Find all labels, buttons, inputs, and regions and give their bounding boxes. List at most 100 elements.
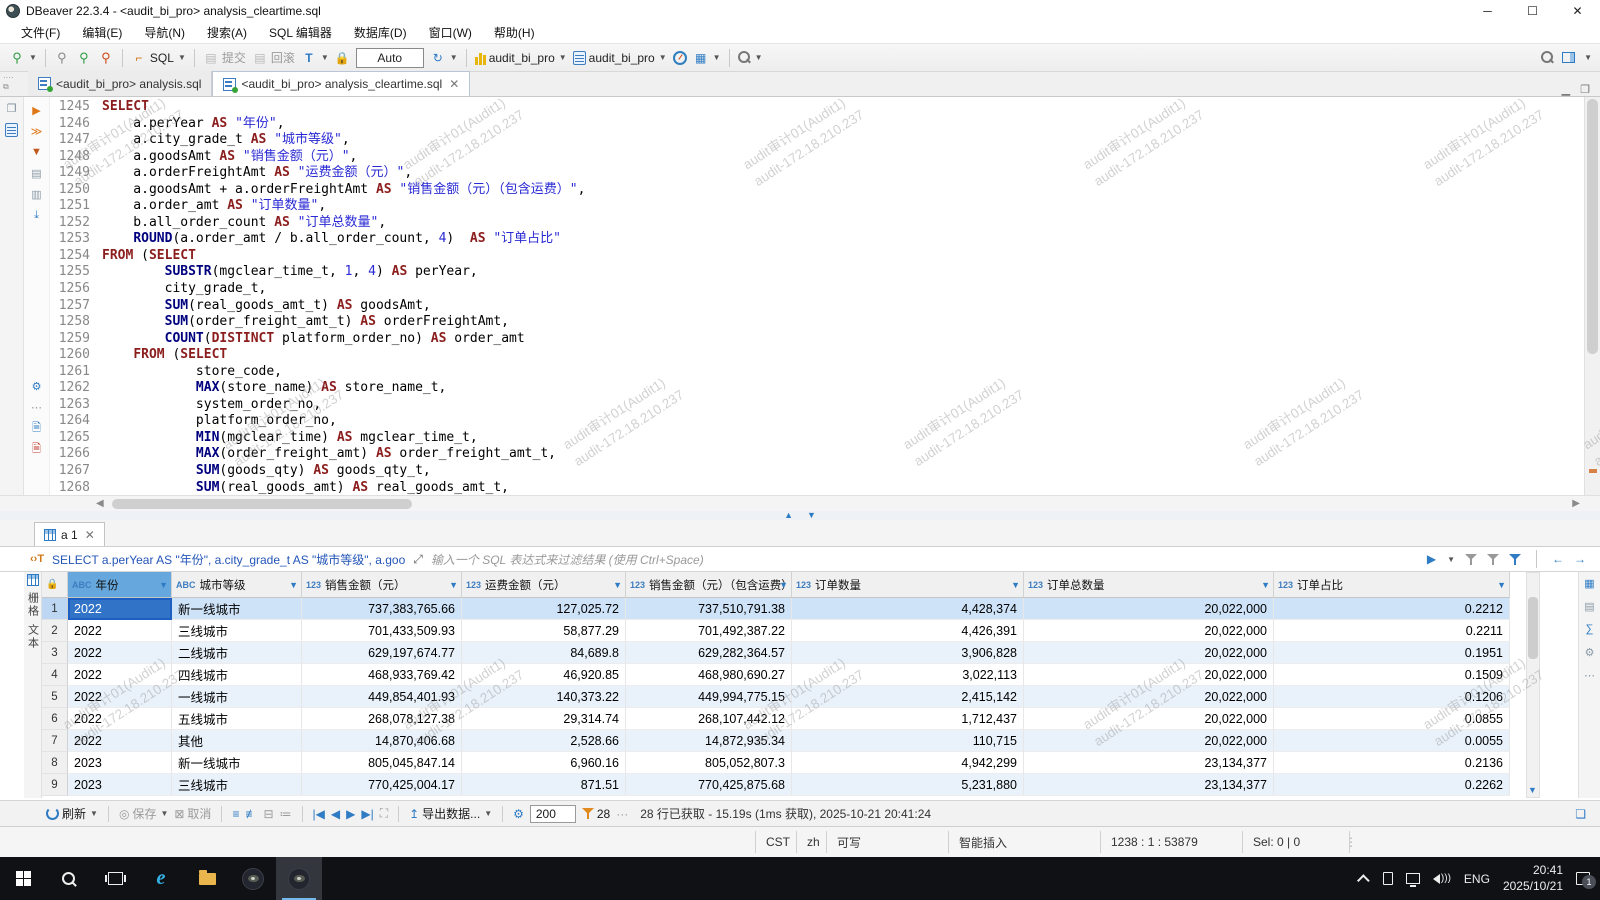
filter-dropdown-icon[interactable]: ▼ <box>1261 580 1270 590</box>
grid-cell[interactable]: 0.1206 <box>1274 686 1510 708</box>
row-number-cell[interactable]: 1 <box>42 598 68 620</box>
grid-cell[interactable]: 其他 <box>172 730 302 752</box>
code-line[interactable]: 1266 MAX(order_freight_amt) AS order_fre… <box>50 446 1582 463</box>
side-tab-grid[interactable]: 栅格 <box>25 592 41 618</box>
export-result-icon[interactable]: ⤓ <box>30 208 44 222</box>
applied-filter-sql[interactable]: SELECT a.perYear AS "年份", a.city_grade_t… <box>52 551 405 568</box>
output-panel-icon[interactable]: ▥ <box>30 187 44 201</box>
grid-cell[interactable]: 4,426,391 <box>792 620 1024 642</box>
side-tab-text[interactable]: 文本 <box>25 624 41 650</box>
grid-cell[interactable]: 2022 <box>68 664 172 686</box>
more-dots-icon[interactable]: ⋯ <box>30 400 44 414</box>
export-data-button[interactable]: ↥导出数据...▼ <box>409 805 492 822</box>
grid-cell[interactable]: 268,078,127.38 <box>302 708 462 730</box>
commit-button[interactable]: ▤提交 <box>200 46 249 70</box>
grid-cell[interactable]: 46,920.85 <box>462 664 626 686</box>
execute-script-icon[interactable]: ≫ <box>30 124 44 138</box>
filter-dropdown-icon[interactable]: ▼ <box>289 580 298 590</box>
code-line[interactable]: 1251 a.order_amt AS "订单数量", <box>50 198 1582 215</box>
row-number-cell[interactable]: 5 <box>42 686 68 708</box>
connect-button[interactable]: ⚲ <box>51 46 73 70</box>
editor-results-sash[interactable]: ▲ ▼ <box>0 511 1600 520</box>
cancel-button[interactable]: ⊠取消 <box>174 805 211 822</box>
grid-cell[interactable]: 四线城市 <box>172 664 302 686</box>
grid-cell[interactable]: 20,022,000 <box>1024 686 1274 708</box>
grid-cell[interactable]: 20,022,000 <box>1024 708 1274 730</box>
menu-item[interactable]: 搜索(A) <box>196 22 258 43</box>
grid-cell[interactable]: 三线城市 <box>172 774 302 796</box>
back-icon[interactable]: ← <box>1552 552 1564 566</box>
menu-item[interactable]: 窗口(W) <box>418 22 483 43</box>
row-number-cell[interactable]: 8 <box>42 752 68 774</box>
tab-close-icon[interactable]: ✕ <box>449 77 459 91</box>
prev-page-icon[interactable]: ◀ <box>331 807 340 821</box>
grid-cell[interactable]: 701,433,509.93 <box>302 620 462 642</box>
grid-cell[interactable]: 0.2262 <box>1274 774 1510 796</box>
grid-cell[interactable]: 701,492,387.22 <box>626 620 792 642</box>
grid-cell[interactable]: 468,933,769.42 <box>302 664 462 686</box>
minimize-button[interactable]: ─ <box>1465 0 1510 22</box>
language-indicator[interactable]: ENG <box>1464 872 1490 886</box>
code-line[interactable]: 1255 SUBSTR(mgclear_time_t, 1, 4) AS per… <box>50 264 1582 281</box>
grid-cell[interactable]: 新一线城市 <box>172 752 302 774</box>
tab-close-icon[interactable]: ✕ <box>85 528 95 542</box>
save-button[interactable]: ◎保存▼ <box>119 805 168 822</box>
menu-item[interactable]: 文件(F) <box>10 22 71 43</box>
fetch-page-icon[interactable]: ⛶ <box>380 806 388 821</box>
grid-cell[interactable]: 2022 <box>68 620 172 642</box>
grid-cell[interactable]: 三线城市 <box>172 620 302 642</box>
maximize-button[interactable]: ☐ <box>1510 0 1555 22</box>
perspective-icon[interactable] <box>1562 52 1575 63</box>
transaction-log-button[interactable]: T▼ <box>298 46 332 70</box>
refresh-button[interactable]: 刷新▼ <box>46 805 98 822</box>
scroll-right-icon[interactable]: ▶ <box>1572 498 1580 509</box>
column-header[interactable]: 123销售金额（元）▼ <box>302 572 462 598</box>
grid-cell[interactable]: 140,373.22 <box>462 686 626 708</box>
code-line[interactable]: 1254FROM (SELECT <box>50 248 1582 265</box>
scroll-down-icon[interactable]: ▼ <box>1528 785 1537 795</box>
autocommit-mode[interactable]: Auto <box>353 46 427 70</box>
collapse-down-icon[interactable]: ▼ <box>807 511 816 520</box>
code-line[interactable]: 1253 ROUND(a.order_amt / b.all_order_cou… <box>50 231 1582 248</box>
panel-toggle-icon[interactable]: ▤ <box>30 166 44 180</box>
menu-item[interactable]: 帮助(H) <box>483 22 546 43</box>
execute-sql-icon[interactable]: ▶ <box>30 103 44 117</box>
grid-cell[interactable]: 2022 <box>68 642 172 664</box>
add-row-icon[interactable]: ≡ <box>232 807 239 821</box>
code-line[interactable]: 1268 SUM(real_goods_amt) AS real_goods_a… <box>50 480 1582 495</box>
grid-cell[interactable]: 14,870,406.68 <box>302 730 462 752</box>
code-line[interactable]: 1247 a.city_grade_t AS "城市等级", <box>50 132 1582 149</box>
column-header[interactable]: 123运费金额（元）▼ <box>462 572 626 598</box>
grid-cell[interactable]: 629,197,674.77 <box>302 642 462 664</box>
filters-icon[interactable] <box>1509 554 1521 565</box>
filter-dropdown-icon[interactable]: ▼ <box>159 580 168 590</box>
grid-cell[interactable]: 0.0055 <box>1274 730 1510 752</box>
grid-vertical-scrollbar[interactable]: ▼ <box>1526 572 1540 798</box>
code-line[interactable]: 1261 store_code, <box>50 364 1582 381</box>
code-line[interactable]: 1246 a.perYear AS "年份", <box>50 116 1582 133</box>
explain-plan-icon[interactable]: ▼ <box>30 145 44 159</box>
code-line[interactable]: 1262 MAX(store_name) AS store_name_t, <box>50 380 1582 397</box>
grid-cell[interactable]: 20,022,000 <box>1024 598 1274 620</box>
pin-panel-icon[interactable]: ⋯ <box>1583 668 1597 682</box>
grid-cell[interactable]: 0.0855 <box>1274 708 1510 730</box>
pinned-app-button[interactable] <box>230 857 276 900</box>
code-area[interactable]: 1245SELECT1246 a.perYear AS "年份",1247 a.… <box>50 99 1582 495</box>
tab-analysis-cleartime-sql[interactable]: <audit_bi_pro> analysis_cleartime.sql ✕ <box>212 71 470 96</box>
filter-dropdown-icon[interactable]: ▼ <box>613 580 622 590</box>
grid-cell[interactable]: 0.1509 <box>1274 664 1510 686</box>
script-error-icon[interactable]: 🗎 <box>30 442 44 456</box>
scrollbar-thumb[interactable] <box>112 499 412 509</box>
menu-item[interactable]: 导航(N) <box>133 22 196 43</box>
column-header[interactable]: 123订单总数量▼ <box>1024 572 1274 598</box>
database-navigator-icon[interactable] <box>5 123 19 137</box>
grid-cell[interactable]: 629,282,364.57 <box>626 642 792 664</box>
editor-horizontal-scrollbar[interactable]: ◀ ▶ <box>0 495 1600 511</box>
filter-dropdown-icon[interactable]: ▼ <box>1011 580 1020 590</box>
scrollbar-thumb[interactable] <box>1528 597 1538 659</box>
grid-cell[interactable]: 737,510,791.38 <box>626 598 792 620</box>
toolbar-search-button[interactable]: ▼ <box>735 46 766 70</box>
grid-cell[interactable]: 20,022,000 <box>1024 664 1274 686</box>
column-header[interactable]: 123销售金额（元）（包含运费）▼ <box>626 572 792 598</box>
grid-cell[interactable]: 4,942,299 <box>792 752 1024 774</box>
